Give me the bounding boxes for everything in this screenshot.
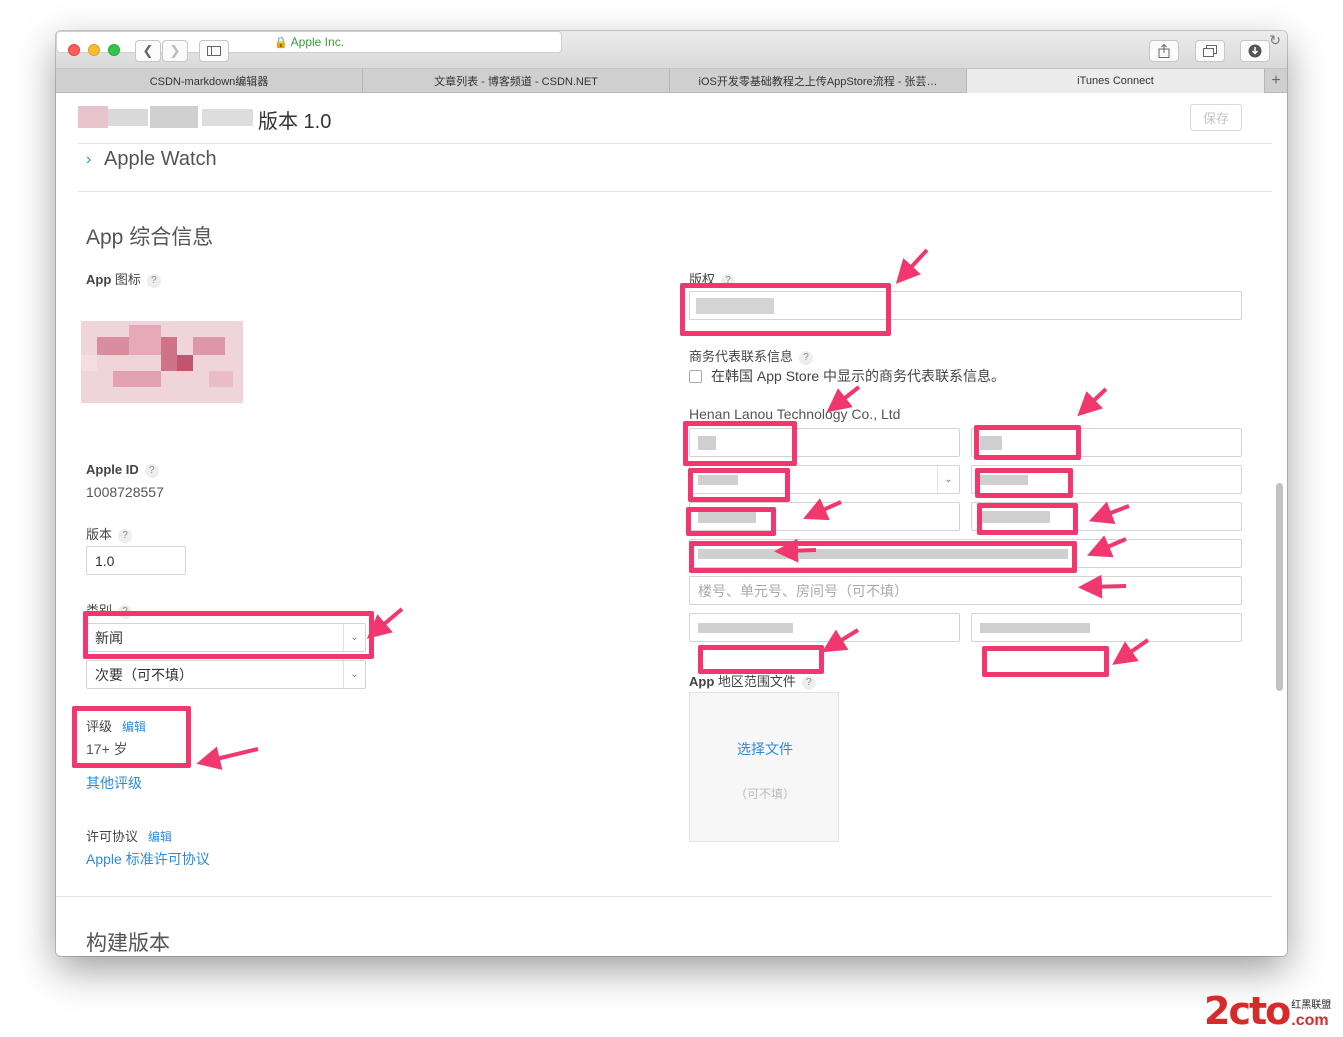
watermark-domain: .com [1291, 1012, 1329, 1029]
sidebar-icon [207, 46, 221, 56]
lock-icon: 🔒 [273, 36, 288, 49]
browser-window: ❮ ❯ 🔒 Apple Inc. ↻ CSDN-markdown编辑器 文章列表… [56, 31, 1287, 956]
tab-bar: CSDN-markdown编辑器 文章列表 - 博客频道 - CSDN.NET … [56, 69, 1287, 93]
share-button[interactable] [1149, 40, 1179, 62]
downloads-button[interactable] [1240, 40, 1270, 62]
url-label: Apple Inc. [290, 35, 345, 49]
download-icon [1248, 44, 1262, 58]
arrow-icon [821, 628, 860, 653]
chevron-right-icon: ❯ [169, 43, 181, 58]
close-window-button[interactable] [68, 44, 80, 56]
new-tab-button[interactable]: + [1265, 69, 1287, 93]
arrow-icon [826, 385, 861, 413]
tab-csdn-markdown[interactable]: CSDN-markdown编辑器 [56, 69, 363, 93]
watermark-tag: 红黑联盟 [1291, 1000, 1332, 1011]
arrow-icon [774, 538, 817, 563]
chevron-left-icon: ❮ [142, 43, 154, 58]
minimize-window-button[interactable] [88, 44, 100, 56]
arrow-icon [1086, 535, 1127, 558]
site-watermark: 2cto 红黑联盟 .com [1204, 990, 1331, 1030]
divider [56, 896, 1272, 897]
arrow-icon [1078, 574, 1127, 599]
tab-csdn-articles[interactable]: 文章列表 - 博客频道 - CSDN.NET [363, 69, 670, 93]
vertical-scrollbar[interactable] [1276, 483, 1283, 691]
share-icon [1158, 44, 1170, 58]
back-button[interactable]: ❮ [135, 40, 161, 62]
address-bar[interactable]: 🔒 Apple Inc. ↻ [56, 31, 1281, 53]
tabs-overview-icon [1203, 45, 1217, 57]
arrow-icon [1088, 501, 1130, 524]
tab-itunes-connect[interactable]: iTunes Connect [967, 69, 1265, 93]
arrow-icon [1077, 387, 1108, 417]
arrow-icon [196, 746, 259, 770]
sidebar-button[interactable] [199, 40, 229, 62]
itunes-connect-page: 版本 1.0 保存 › Apple Watch App 综合信息 App 图标?… [56, 93, 1287, 956]
tabs-overview-button[interactable] [1195, 40, 1225, 62]
reload-icon[interactable]: ↻ [1269, 32, 1281, 49]
arrow-icon [366, 607, 404, 639]
forward-button[interactable]: ❯ [162, 40, 188, 62]
tab-ios-tutorial[interactable]: iOS开发零基础教程之上传AppStore流程 - 张芸… [670, 69, 967, 93]
screenshot-stage: ❮ ❯ 🔒 Apple Inc. ↻ CSDN-markdown编辑器 文章列表… [0, 0, 1343, 1037]
annotation-arrows [196, 248, 1150, 770]
arrow-icon [895, 248, 929, 284]
arrow-icon [803, 498, 842, 521]
zoom-window-button[interactable] [108, 44, 120, 56]
browser-toolbar: ❮ ❯ 🔒 Apple Inc. ↻ [56, 31, 1287, 69]
section-title-build: 构建版本 [86, 932, 170, 955]
watermark-brand: 2cto [1204, 989, 1291, 1033]
arrow-icon [1112, 638, 1150, 665]
